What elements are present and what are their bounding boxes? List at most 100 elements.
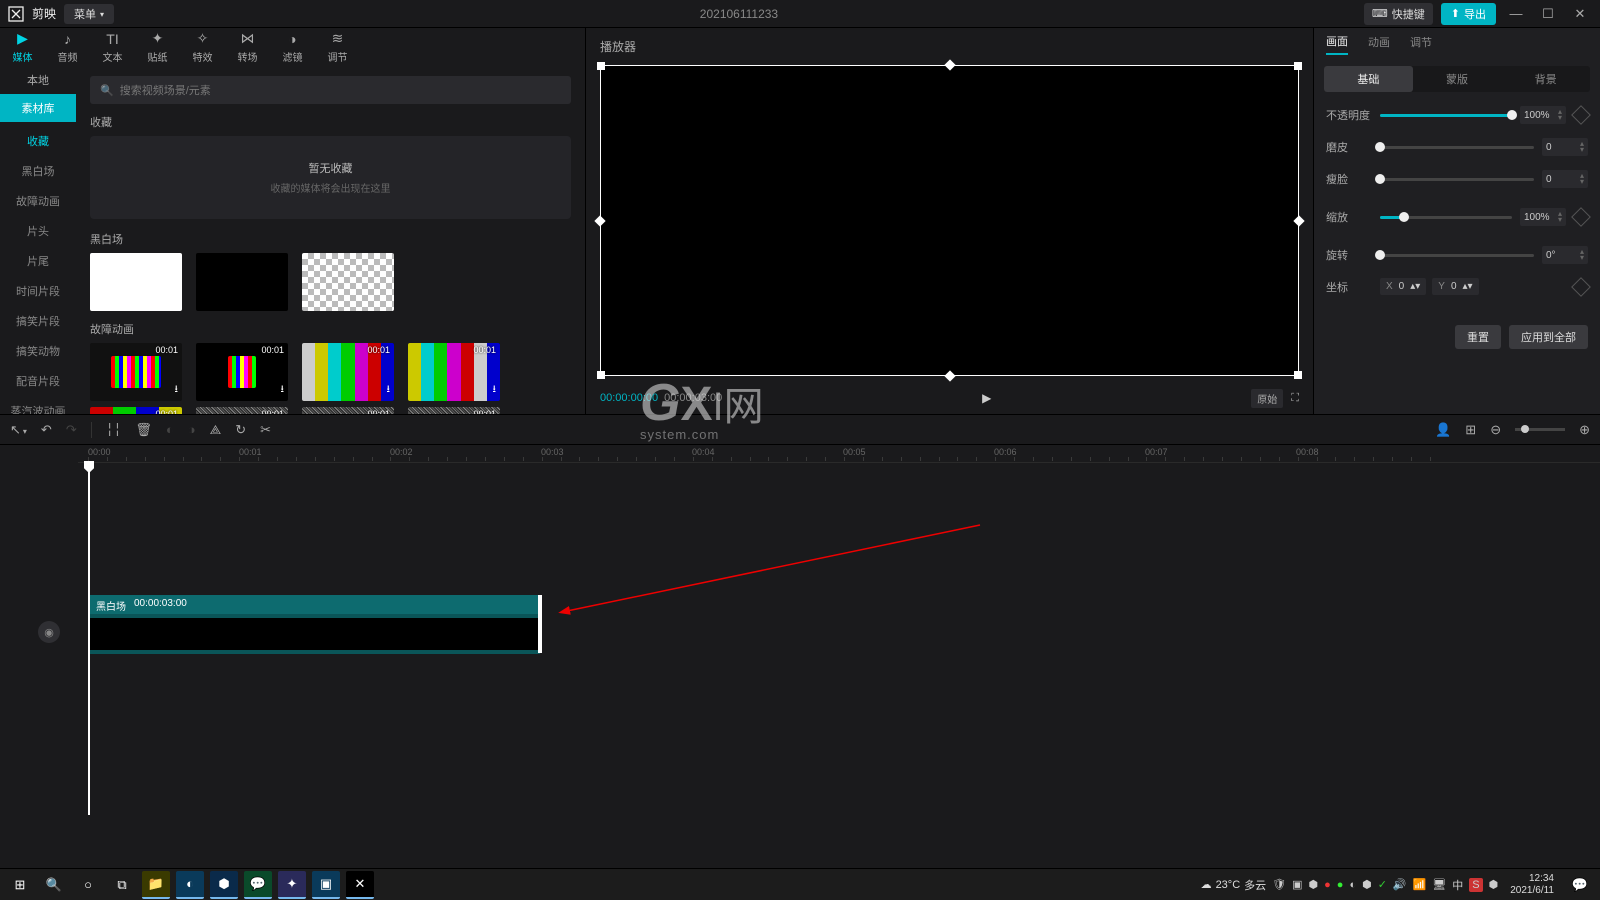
shortcut-button[interactable]: ⌨ 快捷键 xyxy=(1364,3,1433,25)
download-icon[interactable]: ⭳ xyxy=(387,382,391,399)
app-icon-1[interactable]: ◐ xyxy=(176,871,204,899)
insp-tab-picture[interactable]: 画面 xyxy=(1326,33,1348,55)
thumb-glitch-5[interactable]: 00:01 xyxy=(90,407,182,414)
resize-handle[interactable] xyxy=(594,215,605,226)
tab-media[interactable]: ▶媒体 xyxy=(0,28,45,66)
tray-icon[interactable]: ⬢ xyxy=(1489,878,1499,891)
app-icon-4[interactable]: ▣ xyxy=(312,871,340,899)
timeline-clip[interactable]: 黑白场00:00:03:00 xyxy=(88,595,542,653)
sidetab-library[interactable]: 素材库 xyxy=(0,94,76,122)
zoom-in[interactable]: ⊕ xyxy=(1579,422,1590,438)
snap-toggle[interactable]: ⊞ xyxy=(1465,422,1476,438)
tab-effect[interactable]: ✧特效 xyxy=(180,28,225,66)
timeline-ruler[interactable]: 00:00 00:01 00:02 00:03 00:04 00:05 00:0… xyxy=(78,445,1600,463)
insp-tab-adjust[interactable]: 调节 xyxy=(1410,34,1432,54)
ime-indicator[interactable]: 中 xyxy=(1452,877,1463,893)
subtab-mask[interactable]: 蒙版 xyxy=(1413,66,1502,92)
zoom-out[interactable]: ⊖ xyxy=(1490,422,1501,438)
cat-blackwhite[interactable]: 黑白场 xyxy=(0,156,76,186)
play-button[interactable]: ▶ xyxy=(730,391,1243,405)
tray-icon[interactable]: ⬢ xyxy=(1362,878,1372,891)
subtab-basic[interactable]: 基础 xyxy=(1324,66,1413,92)
explorer-icon[interactable]: 📁 xyxy=(142,871,170,899)
select-tool[interactable]: ↖ xyxy=(10,422,27,438)
fullscreen-button[interactable]: ⛶ xyxy=(1291,392,1299,405)
thumb-glitch-6[interactable]: 00:01 xyxy=(196,407,288,414)
tab-audio[interactable]: ♪音频 xyxy=(45,28,90,66)
cortana-button[interactable]: ○ xyxy=(74,871,102,899)
resize-handle[interactable] xyxy=(1294,371,1302,379)
opacity-slider[interactable] xyxy=(1380,114,1512,117)
keyframe-button[interactable] xyxy=(1571,207,1591,227)
resize-handle[interactable] xyxy=(944,370,955,381)
insp-tab-animation[interactable]: 动画 xyxy=(1368,34,1390,54)
thumb-glitch-8[interactable]: 00:01 xyxy=(408,407,500,414)
export-button[interactable]: ⬆ 导出 xyxy=(1441,3,1496,25)
cat-vaporwave[interactable]: 蒸汽波动画 xyxy=(0,396,76,414)
cat-voiceover[interactable]: 配音片段 xyxy=(0,366,76,396)
thumb-glitch-4[interactable]: 00:01⭳ xyxy=(408,343,500,401)
resize-handle[interactable] xyxy=(1294,62,1302,70)
smooth-slider[interactable] xyxy=(1380,146,1534,149)
cat-glitch[interactable]: 故障动画 xyxy=(0,186,76,216)
preview-toggle[interactable]: 👤 xyxy=(1435,422,1451,438)
cat-favorites[interactable]: 收藏 xyxy=(0,126,76,156)
tray-icon[interactable]: ▣ xyxy=(1292,878,1302,891)
search-input[interactable]: 🔍搜索视频场景/元素 xyxy=(90,76,571,104)
playhead[interactable] xyxy=(88,463,90,815)
network-icon[interactable]: 📶 xyxy=(1413,878,1427,891)
delete-button[interactable]: 🗑 xyxy=(135,422,152,438)
resize-handle[interactable] xyxy=(597,62,605,70)
keyframe-button[interactable] xyxy=(1571,105,1591,125)
weather-widget[interactable]: ☁ 23°C 多云 xyxy=(1201,877,1267,893)
thumb-glitch-1[interactable]: 00:01⭳ xyxy=(90,343,182,401)
tray-icon[interactable]: ✓ xyxy=(1378,878,1387,891)
mirror-button[interactable]: ⟁ xyxy=(210,422,222,438)
search-button[interactable]: 🔍 xyxy=(40,871,68,899)
cat-funny[interactable]: 搞笑片段 xyxy=(0,306,76,336)
tab-adjust[interactable]: ≋调节 xyxy=(315,28,360,66)
cat-funny-animal[interactable]: 搞笑动物 xyxy=(0,336,76,366)
redo-button[interactable]: ↷ xyxy=(66,422,77,438)
tray-icon[interactable]: S xyxy=(1469,878,1482,892)
maximize-button[interactable]: ☐ xyxy=(1536,2,1560,26)
rotate-slider[interactable] xyxy=(1380,254,1534,257)
thumb-glitch-3[interactable]: 00:01⭳ xyxy=(302,343,394,401)
reset-button[interactable]: 重置 xyxy=(1455,325,1501,349)
tray-icon[interactable]: 🛡 xyxy=(1272,878,1286,891)
timeline-tracks[interactable]: ◉ 黑白场00:00:03:00 xyxy=(0,463,1600,803)
track-toggle[interactable]: ◉ xyxy=(38,621,60,643)
scale-slider[interactable] xyxy=(1380,216,1512,219)
cat-intro[interactable]: 片头 xyxy=(0,216,76,246)
undo-button[interactable]: ↶ xyxy=(41,422,52,438)
tab-text[interactable]: TI文本 xyxy=(90,28,135,66)
timeline[interactable]: 00:00 00:01 00:02 00:03 00:04 00:05 00:0… xyxy=(0,444,1600,804)
download-icon[interactable]: ⭳ xyxy=(493,382,497,399)
resize-handle[interactable] xyxy=(1293,215,1304,226)
coord-y[interactable]: Y0▴▾ xyxy=(1432,278,1478,295)
menu-button[interactable]: 菜单 xyxy=(64,4,114,24)
thumb-glitch-7[interactable]: 00:01 xyxy=(302,407,394,414)
minimize-button[interactable]: — xyxy=(1504,2,1528,26)
tray-icon[interactable]: ◐ xyxy=(1349,879,1356,891)
rotate-tool[interactable]: ↻ xyxy=(235,422,246,438)
apply-all-button[interactable]: 应用到全部 xyxy=(1509,325,1588,349)
jianying-icon[interactable]: ✕ xyxy=(346,871,374,899)
tab-filter[interactable]: ◑滤镜 xyxy=(270,28,315,66)
ratio-button[interactable]: 原始 xyxy=(1251,389,1283,408)
notifications-button[interactable]: 💬 xyxy=(1566,871,1594,899)
tab-sticker[interactable]: ✦贴纸 xyxy=(135,28,180,66)
opacity-value[interactable]: 100%▴▾ xyxy=(1520,106,1566,124)
app-icon-2[interactable]: ⬢ xyxy=(210,871,238,899)
sidetab-local[interactable]: 本地 xyxy=(0,66,76,94)
subtab-background[interactable]: 背景 xyxy=(1501,66,1590,92)
tray-icon[interactable]: ● xyxy=(1337,879,1344,891)
tray-icon[interactable]: ● xyxy=(1324,879,1331,891)
taskview-button[interactable]: ⧉ xyxy=(108,871,136,899)
close-button[interactable]: ✕ xyxy=(1568,2,1592,26)
download-icon[interactable]: ⭳ xyxy=(281,382,285,399)
volume-icon[interactable]: 🔊 xyxy=(1393,878,1407,891)
thumb-transparent[interactable] xyxy=(302,253,394,311)
thumb-black[interactable] xyxy=(196,253,288,311)
app-icon-3[interactable]: ✦ xyxy=(278,871,306,899)
